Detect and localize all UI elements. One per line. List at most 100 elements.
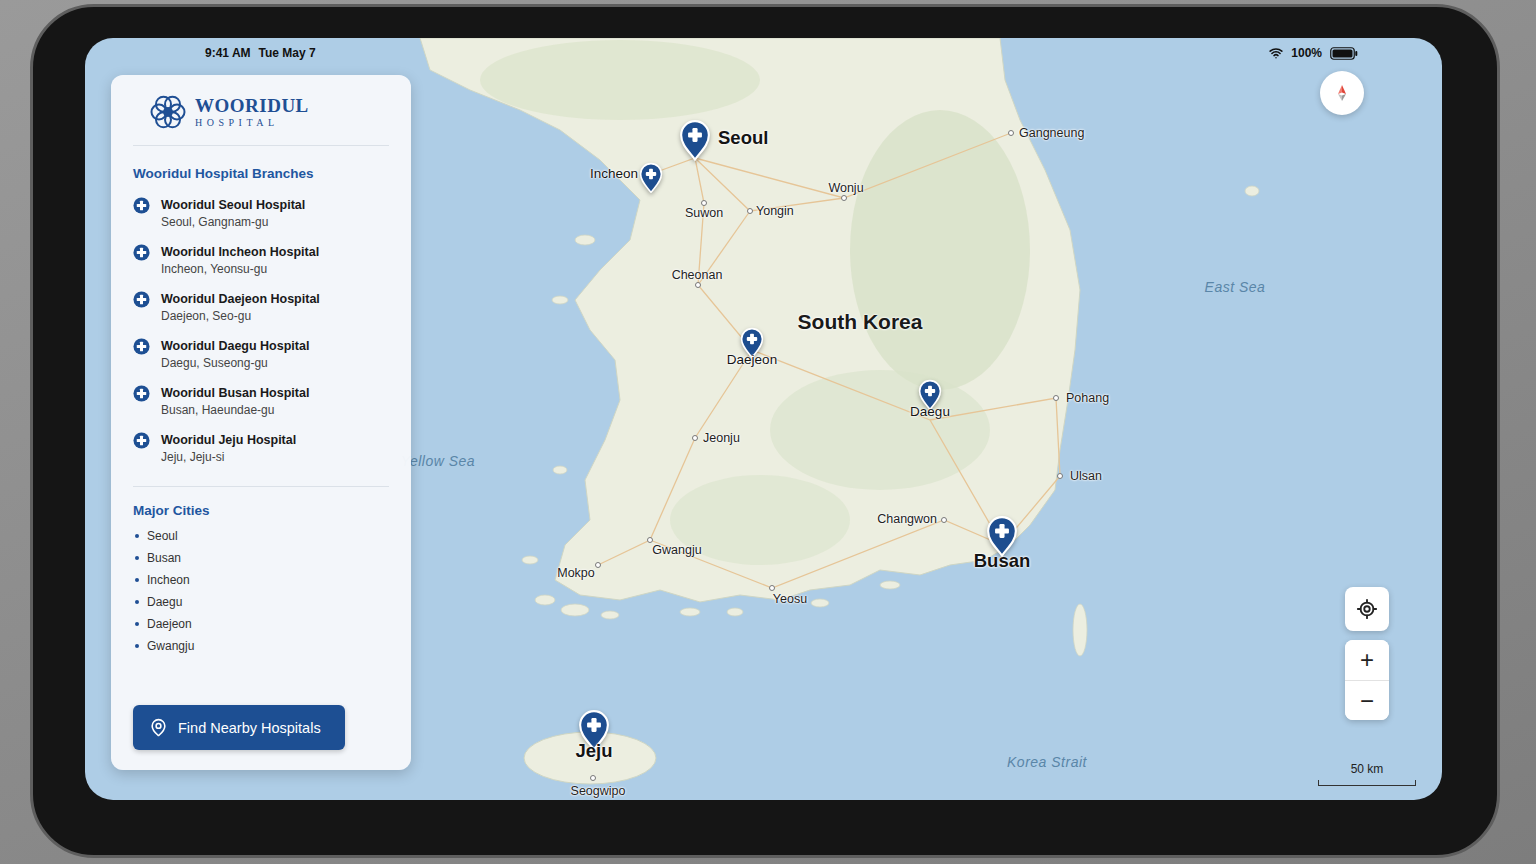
branch-address: Seoul, Gangnam-gu bbox=[161, 214, 389, 231]
wifi-icon bbox=[1269, 46, 1283, 60]
city-dot bbox=[647, 537, 653, 543]
cities-title: Major Cities bbox=[133, 503, 389, 518]
island bbox=[811, 599, 829, 607]
branch-address: Jeju, Jeju-si bbox=[161, 449, 389, 466]
peninsula-land bbox=[420, 38, 1080, 602]
island bbox=[561, 604, 589, 616]
city-label: Wonju bbox=[828, 181, 863, 195]
branch-item[interactable]: Wooridul Daegu HospitalDaegu, Suseong-gu bbox=[133, 338, 389, 372]
branch-address: Daegu, Suseong-gu bbox=[161, 355, 389, 372]
city-label: Cheonan bbox=[672, 268, 723, 282]
bullet bbox=[135, 534, 139, 538]
compass-button[interactable] bbox=[1320, 71, 1364, 115]
pin-label[interactable]: Incheon bbox=[590, 166, 638, 182]
pin-label[interactable]: Jeju bbox=[575, 740, 612, 761]
zoom-out-button[interactable]: − bbox=[1345, 680, 1389, 720]
zoom-in-button[interactable]: + bbox=[1345, 640, 1389, 680]
wooridul-flower-logo-icon bbox=[149, 93, 187, 131]
hospital-cross-icon bbox=[133, 338, 150, 355]
branches-title: Wooridul Hospital Branches bbox=[133, 166, 389, 181]
hospital-cross-icon bbox=[133, 244, 150, 261]
map-controls: +− bbox=[1345, 587, 1389, 720]
hospital-pin-icon[interactable] bbox=[679, 119, 711, 161]
road bbox=[598, 350, 752, 565]
hospital-cross-icon bbox=[133, 385, 150, 402]
island bbox=[522, 556, 538, 564]
city-dot bbox=[692, 435, 698, 441]
tablet-frame: South KoreaYellow SeaEast SeaKorea Strai… bbox=[30, 4, 1500, 858]
sea-label: Korea Strait bbox=[1007, 754, 1087, 770]
island bbox=[727, 608, 743, 616]
city-label: Changwon bbox=[877, 512, 937, 526]
city-label: Gwangju bbox=[652, 543, 701, 557]
island bbox=[553, 466, 567, 474]
city-dot bbox=[747, 208, 753, 214]
city-label: Suwon bbox=[685, 206, 723, 220]
sea-label: Yellow Sea bbox=[401, 453, 475, 469]
status-bar: 9:41 AM Tue May 7 100% bbox=[85, 38, 1442, 64]
city-dot bbox=[695, 282, 701, 288]
city-item[interactable]: Gwangju bbox=[133, 638, 389, 654]
city-label: Yongin bbox=[756, 204, 794, 218]
branch-address: Incheon, Yeonsu-gu bbox=[161, 261, 389, 278]
city-dot bbox=[1057, 473, 1063, 479]
logo-subtitle: HOSPITAL bbox=[195, 118, 309, 128]
city-item[interactable]: Daegu bbox=[133, 594, 389, 610]
locate-button[interactable] bbox=[1345, 587, 1389, 631]
road bbox=[651, 158, 844, 211]
bullet bbox=[135, 600, 139, 604]
city-dot bbox=[769, 585, 775, 591]
pin-label[interactable]: Busan bbox=[974, 550, 1031, 571]
sea-label: East Sea bbox=[1205, 279, 1266, 295]
bullet bbox=[135, 644, 139, 648]
city-item[interactable]: Seoul bbox=[133, 528, 389, 544]
branch-item[interactable]: Wooridul Incheon HospitalIncheon, Yeonsu… bbox=[133, 244, 389, 278]
zoom-controls: +− bbox=[1345, 640, 1389, 720]
branch-item[interactable]: Wooridul Busan HospitalBusan, Haeundae-g… bbox=[133, 385, 389, 419]
hospital-cross-icon bbox=[133, 197, 150, 214]
content-row: WOORIDULHOSPITAL Wooridul Hospital Branch… bbox=[85, 64, 1442, 770]
island bbox=[535, 595, 555, 605]
hospital-pin-icon[interactable] bbox=[986, 515, 1018, 557]
branch-item[interactable]: Wooridul Jeju HospitalJeju, Jeju-si bbox=[133, 432, 389, 466]
battery-icon bbox=[1330, 47, 1358, 60]
island bbox=[601, 611, 619, 619]
city-label: Gangneung bbox=[1019, 126, 1084, 140]
city-dot bbox=[1053, 395, 1059, 401]
city-item[interactable]: Incheon bbox=[133, 572, 389, 588]
pin-label[interactable]: Daejeon bbox=[727, 352, 777, 368]
status-date: Tue May 7 bbox=[259, 46, 316, 60]
map-pin-icon bbox=[149, 718, 168, 737]
hospital-cross-icon bbox=[133, 291, 150, 308]
battery-percent: 100% bbox=[1291, 46, 1322, 60]
city-item[interactable]: Busan bbox=[133, 550, 389, 566]
scale-label: 50 km bbox=[1351, 762, 1384, 776]
branch-name: Wooridul Busan Hospital bbox=[161, 385, 389, 402]
branch-list: Wooridul Seoul HospitalSeoul, Gangnam-gu… bbox=[133, 197, 389, 466]
find-nearby-button[interactable]: Find Nearby Hospitals bbox=[133, 705, 345, 750]
scale-bar: 50 km bbox=[1318, 762, 1416, 786]
tablet-screen: South KoreaYellow SeaEast SeaKorea Strai… bbox=[85, 38, 1442, 800]
compass-icon bbox=[1332, 83, 1352, 103]
hospital-pin-icon[interactable] bbox=[639, 162, 663, 193]
island bbox=[1245, 186, 1259, 196]
city-dot bbox=[1008, 130, 1014, 136]
island bbox=[680, 608, 700, 616]
city-label: Yeosu bbox=[773, 592, 807, 606]
city-dot bbox=[590, 775, 596, 781]
city-dot bbox=[841, 195, 847, 201]
sidebar: WOORIDULHOSPITAL Wooridul Hospital Branch… bbox=[111, 75, 411, 770]
branch-address: Busan, Haeundae-gu bbox=[161, 402, 389, 419]
divider bbox=[133, 486, 389, 487]
branch-name: Wooridul Seoul Hospital bbox=[161, 197, 389, 214]
logo: WOORIDULHOSPITAL bbox=[133, 93, 389, 146]
branch-name: Wooridul Jeju Hospital bbox=[161, 432, 389, 449]
status-time: 9:41 AM bbox=[205, 46, 251, 60]
city-item[interactable]: Daejeon bbox=[133, 616, 389, 632]
scale-line bbox=[1318, 780, 1416, 786]
pin-label[interactable]: Seoul bbox=[718, 127, 768, 148]
bullet bbox=[135, 622, 139, 626]
branch-item[interactable]: Wooridul Seoul HospitalSeoul, Gangnam-gu bbox=[133, 197, 389, 231]
branch-item[interactable]: Wooridul Daejeon HospitalDaejeon, Seo-gu bbox=[133, 291, 389, 325]
pin-label[interactable]: Daegu bbox=[910, 404, 950, 420]
